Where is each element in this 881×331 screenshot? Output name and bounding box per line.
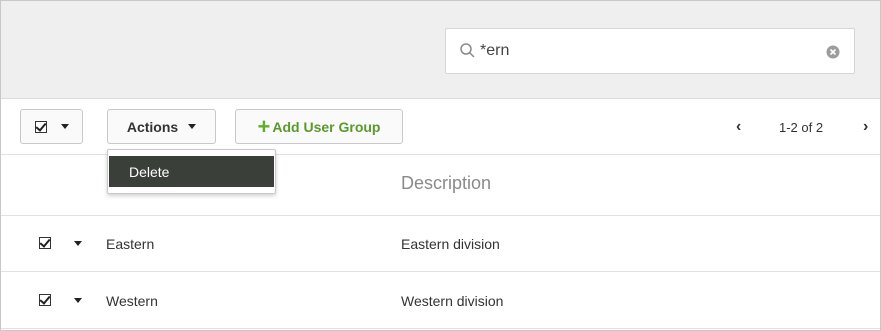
row-description: Western division <box>401 293 504 309</box>
row-name[interactable]: Eastern <box>106 236 154 252</box>
menu-item-delete[interactable]: Delete <box>109 156 274 187</box>
table-row: Western Western division <box>1 273 880 329</box>
row-description: Eastern division <box>401 236 500 252</box>
chevron-down-icon <box>188 124 197 129</box>
chevron-left-icon: ‹ <box>736 118 742 135</box>
previous-page-button[interactable]: ‹ <box>736 99 741 155</box>
table-row: Eastern Eastern division <box>1 216 880 272</box>
toolbar: Actions + Add User Group ‹ 1-2 of 2 › <box>1 99 880 155</box>
actions-button[interactable]: Actions <box>107 109 216 144</box>
row-checkbox[interactable] <box>39 294 51 306</box>
search-box[interactable]: *ern <box>445 28 855 74</box>
add-user-group-label: Add User Group <box>272 118 381 135</box>
add-user-group-button[interactable]: + Add User Group <box>235 109 403 144</box>
search-input[interactable]: *ern <box>480 42 509 60</box>
next-page-button[interactable]: › <box>863 99 868 155</box>
select-all-dropdown[interactable] <box>20 109 83 144</box>
row-menu-chevron-icon[interactable] <box>74 298 82 303</box>
row-name[interactable]: Western <box>106 293 158 309</box>
row-checkbox[interactable] <box>39 237 51 249</box>
chevron-right-icon: › <box>863 118 869 135</box>
select-all-checkbox[interactable] <box>34 120 47 133</box>
chevron-down-icon <box>60 124 69 129</box>
top-bar: *ern <box>1 1 880 99</box>
page-count: 1-2 of 2 <box>779 119 824 135</box>
actions-menu: Delete <box>107 149 276 194</box>
search-icon <box>460 43 475 58</box>
row-menu-chevron-icon[interactable] <box>74 241 82 246</box>
column-header-description: Description <box>401 173 492 193</box>
user-groups-panel: *ern Actions + Add User Group ‹ 1-2 of 2 <box>0 0 881 331</box>
actions-label: Actions <box>126 118 179 135</box>
plus-icon: + <box>257 113 271 139</box>
clear-icon[interactable] <box>824 43 842 61</box>
